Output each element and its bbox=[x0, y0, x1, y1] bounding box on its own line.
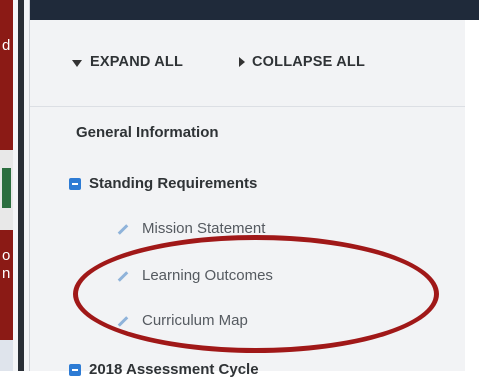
section-label: Standing Requirements bbox=[89, 175, 258, 192]
strip-green-block bbox=[2, 168, 11, 208]
expand-all-button[interactable]: EXPAND ALL bbox=[72, 54, 183, 70]
caret-right-icon bbox=[239, 57, 245, 67]
outline-item-mission-statement[interactable]: Mission Statement bbox=[116, 220, 265, 237]
strip-segment-middle bbox=[0, 150, 13, 230]
top-bar bbox=[0, 0, 479, 20]
left-window-strip: d o n bbox=[0, 0, 13, 371]
collapse-minus-icon[interactable] bbox=[69, 363, 81, 376]
collapse-minus-icon[interactable] bbox=[69, 177, 81, 190]
pencil-icon bbox=[116, 269, 130, 283]
strip-char: o bbox=[2, 247, 11, 264]
caret-down-icon bbox=[72, 59, 82, 67]
outline-toolbar: EXPAND ALL COLLAPSE ALL bbox=[30, 20, 465, 107]
outline-item-label: Learning Outcomes bbox=[142, 267, 273, 284]
strip-segment-top: d bbox=[0, 0, 13, 150]
strip-char: n bbox=[2, 265, 11, 282]
content-area-edge bbox=[465, 20, 479, 371]
outline-section-2018-assessment-cycle[interactable]: 2018 Assessment Cycle bbox=[69, 361, 259, 378]
divider-handle[interactable] bbox=[18, 0, 24, 371]
strip-char: d bbox=[2, 37, 11, 54]
outline-item-label: Mission Statement bbox=[142, 220, 266, 237]
collapse-all-label: COLLAPSE ALL bbox=[252, 54, 366, 70]
outline-item-curriculum-map[interactable]: Curriculum Map bbox=[116, 312, 248, 329]
section-label: 2018 Assessment Cycle bbox=[89, 361, 259, 378]
strip-segment-lower: o n bbox=[0, 230, 13, 340]
outline-section-standing-requirements[interactable]: Standing Requirements bbox=[69, 175, 257, 192]
pane-divider[interactable] bbox=[13, 0, 30, 371]
annotation-ellipse bbox=[73, 235, 439, 353]
outline-panel: EXPAND ALL COLLAPSE ALL General Informat… bbox=[30, 20, 465, 378]
outline-item-general-information[interactable]: General Information bbox=[76, 124, 219, 141]
outline-item-learning-outcomes[interactable]: Learning Outcomes bbox=[116, 267, 273, 284]
outline-item-label: Curriculum Map bbox=[142, 312, 248, 329]
strip-segment-bottom bbox=[0, 340, 13, 371]
pencil-icon bbox=[116, 314, 130, 328]
collapse-all-button[interactable]: COLLAPSE ALL bbox=[239, 54, 365, 70]
pencil-icon bbox=[116, 222, 130, 236]
expand-all-label: EXPAND ALL bbox=[90, 54, 184, 70]
